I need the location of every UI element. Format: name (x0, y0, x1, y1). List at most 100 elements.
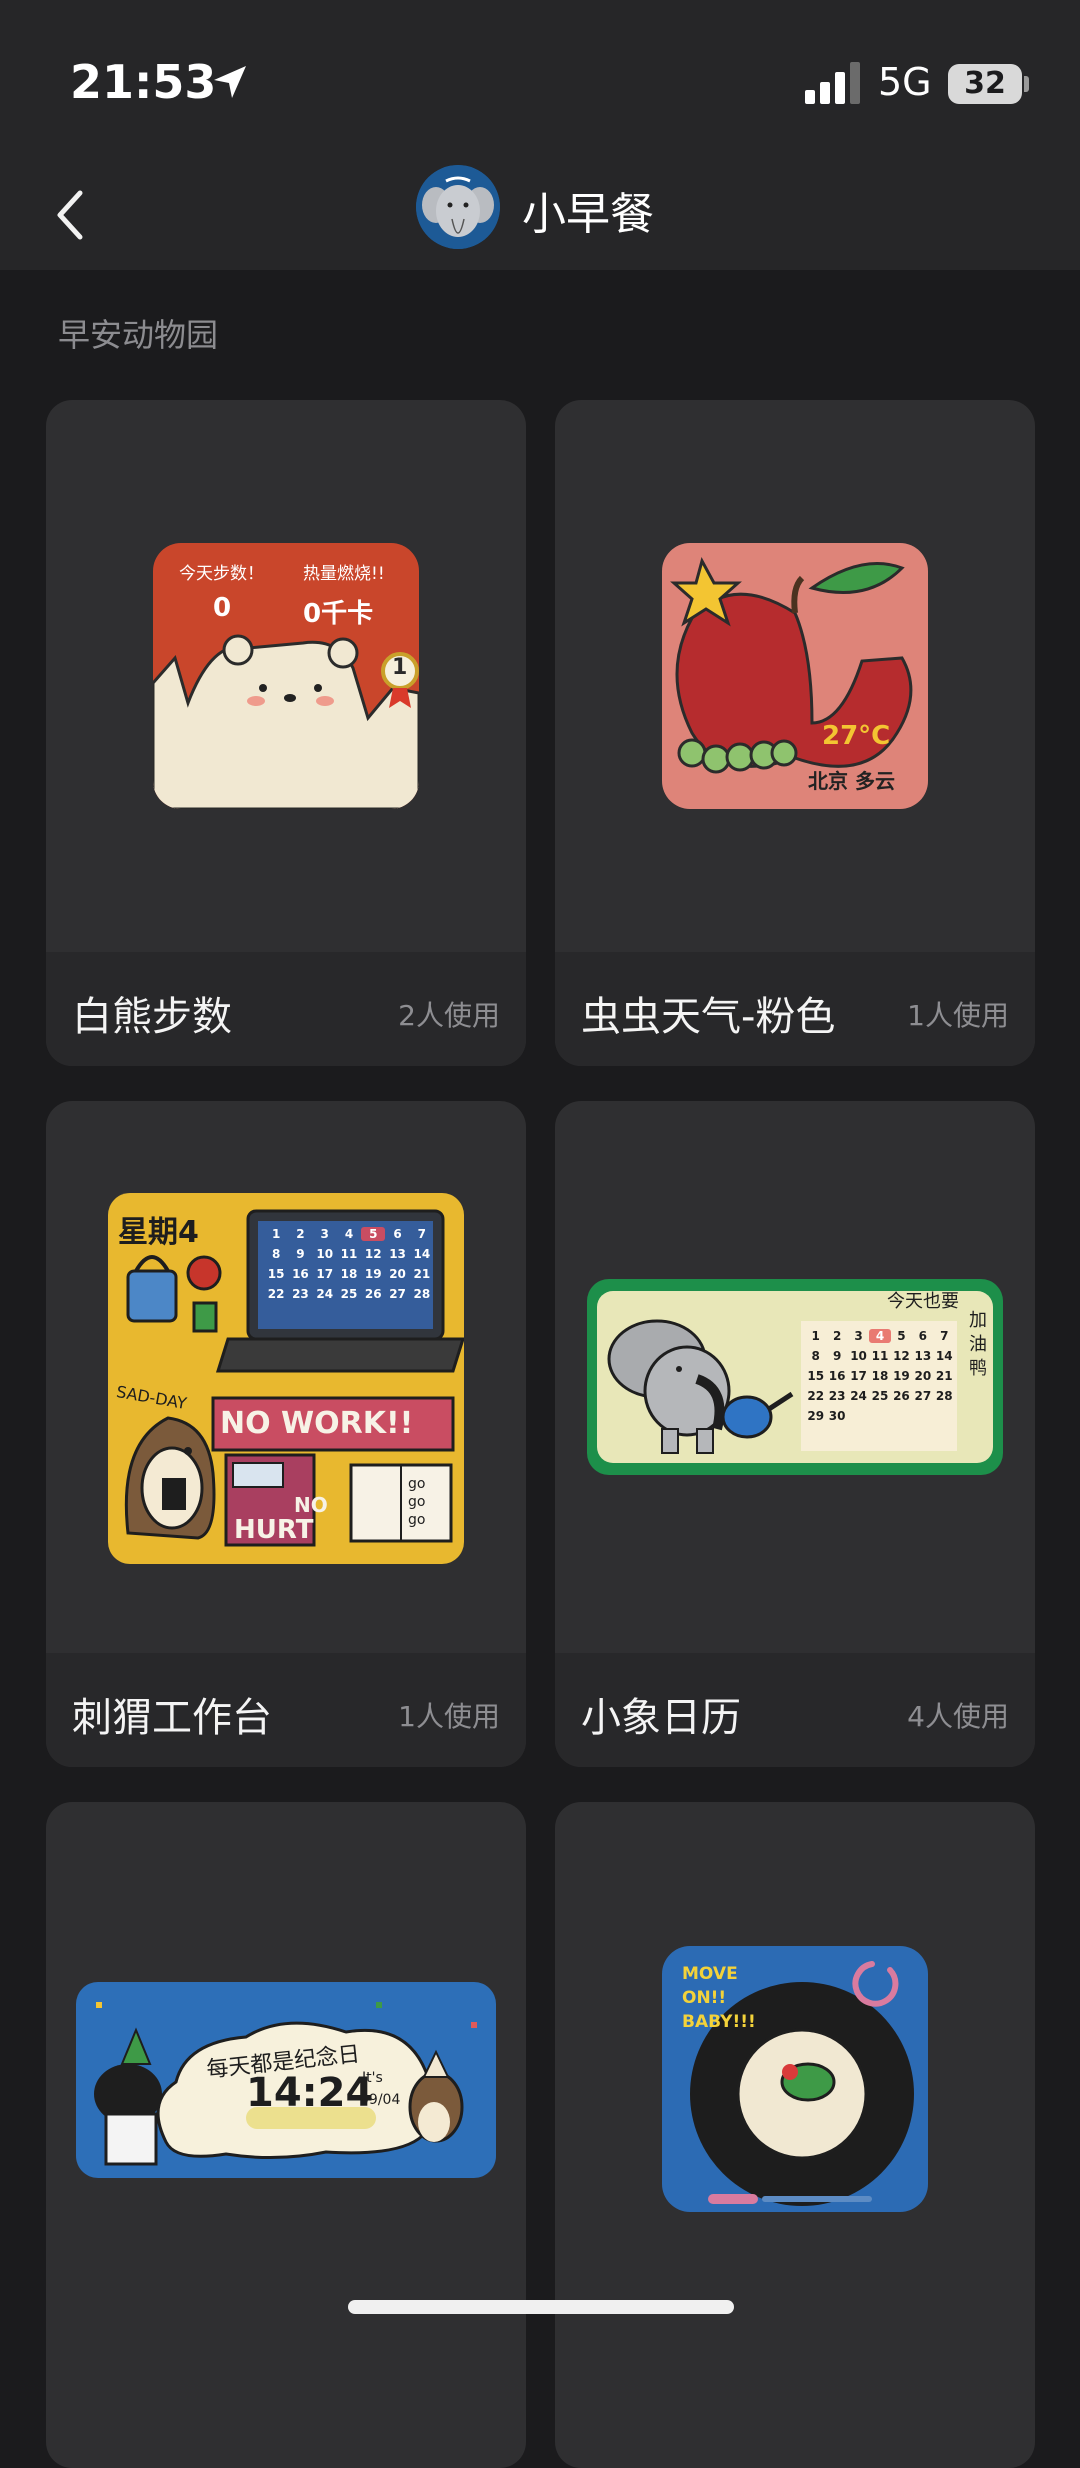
widget-card-polar-bear-steps[interactable]: 今天步数！ 0 热量燃烧!! 0千卡 1 白熊步数 2人使用 (46, 400, 526, 1066)
temperature-value: 27°C (822, 721, 891, 751)
calendar-day: 18 (871, 1369, 889, 1383)
calendar-day: 24 (316, 1287, 334, 1301)
on-text: ON!! (682, 1988, 727, 2008)
calendar-day: 25 (340, 1287, 358, 1301)
calendar-day: 5 (361, 1227, 386, 1241)
widget-preview: 每天都是纪念日 14:24 It's 09/04 (76, 1982, 496, 2178)
vinyl-record-illustration (690, 1961, 914, 2206)
usage-count: 1人使用 (398, 1700, 500, 1733)
steps-label: 今天步数！ (179, 564, 264, 584)
no-work-sign: NO WORK!! (220, 1406, 414, 1441)
medal-badge: 1 (392, 655, 408, 680)
clock-time: 14:24 (246, 2070, 374, 2116)
calendar-day: 2 (296, 1227, 305, 1241)
calories-value: 0千卡 (303, 599, 374, 629)
calendar-day: 28 (935, 1389, 953, 1403)
calendar-day: 7 (417, 1227, 427, 1241)
widget-card-anniversary-clock[interactable]: 每天都是纪念日 14:24 It's 09/04 (46, 1802, 526, 2468)
widget-card-move-on-record[interactable]: MOVE ON!! BABY!!! (555, 1802, 1035, 2468)
calendar-day: 23 (828, 1389, 846, 1403)
calendar-day: 30 (828, 1409, 846, 1423)
note-text: 今天也要 (887, 1291, 959, 1312)
calendar-day: 20 (914, 1369, 932, 1383)
its-label: It's (362, 2070, 383, 2086)
network-type: 5G (878, 60, 932, 104)
calendar-day: 12 (364, 1247, 382, 1261)
calendar-day: 8 (811, 1349, 820, 1363)
hurt-label: HURT (234, 1515, 314, 1545)
calendar-day: 28 (413, 1287, 431, 1301)
mini-calendar: 1 2 3 4 5 6 7 8 9 10 11 12 13 14 15 16 17 18 19 20 21 22 23 24 2… (805, 1329, 955, 1423)
steps-value: 0 (213, 593, 232, 623)
calendar-day: 19 (893, 1369, 910, 1383)
calendar-day: 27 (389, 1287, 406, 1301)
mini-calendar: 1 2 3 4 5 6 7 8 9 10 11 12 13 14 15 16 17 18 19 20 21 22 23 24 2… (264, 1227, 434, 1301)
location-arrow-icon (214, 66, 246, 98)
calendar-day: 26 (364, 1287, 382, 1301)
widget-preview: MOVE ON!! BABY!!! (662, 1946, 928, 2212)
notebook-text: go go go (408, 1476, 426, 1528)
calendar-day: 25 (871, 1389, 889, 1403)
usage-count: 4人使用 (907, 1700, 1009, 1733)
usage-count: 2人使用 (398, 999, 500, 1032)
calendar-day: 14 (935, 1349, 953, 1363)
widget-preview: 今天也要 加油鸭 1 2 3 4 5 6 7 8 9 10 11 12 13 14 15 16 17 18 19 20… (587, 1279, 1003, 1475)
calendar-day: 16 (828, 1369, 846, 1383)
calendar-day: 10 (850, 1349, 867, 1363)
widget-preview: 今天步数！ 0 热量燃烧!! 0千卡 1 (153, 543, 419, 809)
card-footer: 刺猬工作台 1人使用 (46, 1653, 526, 1767)
home-indicator[interactable] (348, 2300, 734, 2314)
widget-card-bug-weather-pink[interactable]: 27°C 北京 多云 虫虫天气-粉色 1人使用 (555, 400, 1035, 1066)
page-title: 小早餐 (522, 189, 654, 240)
date-label: 09/04 (360, 2092, 401, 2108)
calendar-day: 1 (271, 1227, 281, 1241)
calendar-day: 1 (811, 1329, 820, 1343)
status-time: 21:53 (70, 55, 217, 109)
calendar-day: 9 (296, 1247, 305, 1261)
calendar-day: 9 (832, 1349, 842, 1363)
side-text: 加油鸭 (969, 1310, 987, 1379)
calendar-day: 26 (893, 1389, 910, 1403)
calendar-day: 11 (871, 1349, 889, 1363)
status-bar: 21:53 5G 32 (0, 0, 1080, 160)
calendar-day: 17 (850, 1369, 867, 1383)
calendar-day: 22 (807, 1389, 825, 1403)
calendar-day: 29 (807, 1409, 825, 1423)
calendar-day: 17 (316, 1267, 334, 1281)
widget-preview: 星期4 1 2 3 4 5 6 7 8 9 10 11 12 13 14 15 16 17 18 19 20 21 22 2… (108, 1193, 464, 1564)
calendar-day: 14 (413, 1247, 431, 1261)
card-footer: 虫虫天气-粉色 1人使用 (555, 952, 1035, 1066)
calendar-day: 20 (389, 1267, 406, 1281)
calendar-day: 21 (413, 1267, 431, 1281)
calendar-day: 23 (292, 1287, 309, 1301)
weekday-label: 星期4 (118, 1215, 199, 1250)
calendar-day: 11 (340, 1247, 358, 1261)
section-header: 早安动物园 (58, 316, 219, 354)
back-chevron-icon[interactable] (50, 185, 90, 245)
calendar-day: 10 (316, 1247, 334, 1261)
card-footer: 白熊步数 2人使用 (46, 952, 526, 1066)
battery-icon: 32 (948, 64, 1022, 104)
no-label: NO (294, 1493, 328, 1517)
widget-name: 刺猬工作台 (72, 1695, 272, 1741)
calendar-day: 2 (832, 1329, 842, 1343)
calendar-day: 15 (267, 1267, 285, 1281)
card-footer: 小象日历 4人使用 (555, 1653, 1035, 1767)
calendar-day: 6 (918, 1329, 928, 1343)
calendar-day: 24 (850, 1389, 867, 1403)
calendar-day: 7 (940, 1329, 949, 1343)
calendar-day: 22 (267, 1287, 285, 1301)
calendar-day: 18 (340, 1267, 358, 1281)
location-weather: 北京 多云 (808, 769, 895, 793)
baby-text: BABY!!! (682, 2012, 756, 2032)
avatar[interactable] (416, 165, 500, 249)
widget-card-elephant-calendar[interactable]: 今天也要 加油鸭 1 2 3 4 5 6 7 8 9 10 11 12 13 14 15 16 17 18 19 20… (555, 1101, 1035, 1767)
calendar-day: 21 (935, 1369, 953, 1383)
widget-preview: 27°C 北京 多云 (662, 543, 928, 809)
usage-count: 1人使用 (907, 999, 1009, 1032)
widget-card-hedgehog-desk[interactable]: 星期4 1 2 3 4 5 6 7 8 9 10 11 12 13 14 15 16 17 18 19 20 21 22 2… (46, 1101, 526, 1767)
calendar-day: 4 (869, 1329, 891, 1343)
calendar-day: 12 (893, 1349, 910, 1363)
cellular-signal-icon (805, 62, 860, 104)
calendar-day: 15 (807, 1369, 825, 1383)
